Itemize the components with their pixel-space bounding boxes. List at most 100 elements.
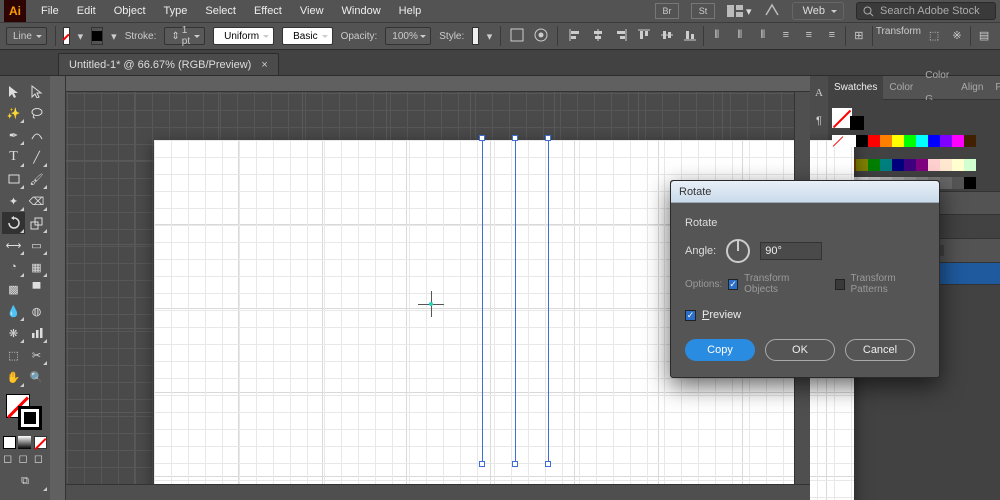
align-hcenter-icon[interactable] xyxy=(588,26,608,44)
transform-objects-checkbox[interactable]: ✓ xyxy=(728,279,738,290)
graph-tool[interactable] xyxy=(25,322,48,344)
draw-inside-icon[interactable]: ◻ xyxy=(34,452,47,465)
perspective-tool[interactable]: ▦ xyxy=(25,256,48,278)
fill-stroke-control[interactable] xyxy=(2,394,48,434)
swatch[interactable] xyxy=(856,135,868,147)
doc-setup-icon[interactable] xyxy=(509,27,525,46)
stroke-profile[interactable]: Uniform xyxy=(213,27,274,45)
screenmode-button[interactable]: ⧉ xyxy=(2,470,48,492)
isolate-icon[interactable]: ⬚ xyxy=(924,26,944,44)
anchor-point[interactable] xyxy=(545,135,551,141)
swatch[interactable] xyxy=(880,135,892,147)
width-tool[interactable]: ⟷ xyxy=(2,234,25,256)
align-bottom-icon[interactable] xyxy=(680,26,700,44)
rect-tool[interactable] xyxy=(2,168,25,190)
swatch[interactable] xyxy=(952,135,964,147)
swatch[interactable] xyxy=(844,135,856,147)
menu-file[interactable]: File xyxy=(32,0,68,22)
menu-help[interactable]: Help xyxy=(390,0,431,22)
dist-2-icon[interactable]: ⦀ xyxy=(730,26,750,44)
angle-input[interactable] xyxy=(760,242,822,260)
tab-color[interactable]: Color xyxy=(883,76,919,100)
swatch[interactable] xyxy=(916,159,928,171)
gradient-tool[interactable]: ▀ xyxy=(25,278,48,300)
swatch-none[interactable] xyxy=(832,135,844,147)
artboard-tool[interactable]: ⬚ xyxy=(2,344,25,366)
path-line[interactable] xyxy=(548,138,549,464)
ruler-horizontal[interactable] xyxy=(50,76,810,92)
menu-type[interactable]: Type xyxy=(155,0,197,22)
swatch[interactable] xyxy=(952,177,964,189)
shape-builder-tool[interactable]: ◔ xyxy=(2,256,25,278)
color-mode-gradient[interactable] xyxy=(18,436,31,449)
anchor-point[interactable] xyxy=(512,135,518,141)
anchor-point[interactable] xyxy=(512,461,518,467)
menu-effect[interactable]: Effect xyxy=(245,0,291,22)
dist-1-icon[interactable]: ⦀ xyxy=(707,26,727,44)
stroke-swatch[interactable] xyxy=(91,27,103,45)
slice-tool[interactable]: ✂ xyxy=(25,344,48,366)
type-tool[interactable]: T xyxy=(2,146,25,168)
bridge-icon[interactable]: Br xyxy=(655,3,679,19)
magic-wand-tool[interactable]: ✨ xyxy=(2,102,25,124)
transform-patterns-checkbox[interactable] xyxy=(835,279,845,290)
swatch[interactable] xyxy=(928,135,940,147)
arrange-docs-icon[interactable]: ▾ xyxy=(727,5,752,18)
swatch[interactable] xyxy=(892,135,904,147)
graphic-style[interactable] xyxy=(472,27,478,45)
line-tool[interactable]: ╱ xyxy=(25,146,48,168)
close-tab-icon[interactable]: × xyxy=(261,59,267,71)
swatch[interactable] xyxy=(952,159,964,171)
align-left-icon[interactable] xyxy=(565,26,585,44)
document-tab[interactable]: Untitled-1* @ 66.67% (RGB/Preview) × xyxy=(58,53,279,75)
tab-align[interactable]: Align xyxy=(955,76,989,100)
selection-kind[interactable]: Line xyxy=(6,27,47,45)
direct-select-tool[interactable] xyxy=(25,80,48,102)
ok-button[interactable]: OK xyxy=(765,339,835,361)
menu-window[interactable]: Window xyxy=(333,0,390,22)
swatch[interactable] xyxy=(928,159,940,171)
path-line[interactable] xyxy=(482,138,483,464)
dist-6-icon[interactable]: ≡ xyxy=(822,26,842,44)
lasso-tool[interactable] xyxy=(25,102,48,124)
anchor-point[interactable] xyxy=(479,461,485,467)
rotate-center-point[interactable] xyxy=(429,302,433,306)
tab-swatches[interactable]: Swatches xyxy=(828,76,883,100)
draw-behind-icon[interactable]: ◻ xyxy=(18,452,31,465)
screen-mode-row[interactable]: ◻ ◻ ◻ xyxy=(2,452,48,466)
anchor-point[interactable] xyxy=(479,135,485,141)
shaper-tool[interactable]: ✦ xyxy=(2,190,25,212)
angle-dial[interactable] xyxy=(726,239,750,263)
ruler-vertical[interactable] xyxy=(50,76,66,500)
xy-icon[interactable]: ※ xyxy=(947,26,967,44)
recolor-icon[interactable] xyxy=(533,27,549,46)
scrollbar-horizontal[interactable] xyxy=(66,484,810,500)
panel-menu-icon[interactable]: ▤ xyxy=(974,26,994,44)
dist-4-icon[interactable]: ≡ xyxy=(776,26,796,44)
align-top-icon[interactable] xyxy=(634,26,654,44)
swatch[interactable] xyxy=(868,159,880,171)
brush-def[interactable]: Basic xyxy=(282,27,332,45)
rotate-tool[interactable] xyxy=(2,212,25,234)
stroke-weight[interactable]: ⇕1 pt xyxy=(164,27,205,45)
cancel-button[interactable]: Cancel xyxy=(845,339,915,361)
gpu-icon[interactable] xyxy=(764,3,780,20)
mesh-tool[interactable]: ▩ xyxy=(2,278,25,300)
zoom-tool[interactable]: 🔍 xyxy=(25,366,48,388)
pen-tool[interactable]: ✒ xyxy=(2,124,25,146)
fill-swatch[interactable] xyxy=(63,27,69,45)
swatch-stroke-overlay[interactable] xyxy=(846,112,866,132)
path-line[interactable] xyxy=(515,138,516,464)
swatch[interactable] xyxy=(964,177,976,189)
menu-view[interactable]: View xyxy=(291,0,333,22)
swatch[interactable] xyxy=(916,135,928,147)
swatch[interactable] xyxy=(940,135,952,147)
swatch[interactable] xyxy=(880,159,892,171)
dialog-titlebar[interactable]: Rotate xyxy=(671,181,939,203)
eraser-tool[interactable]: ⌫ xyxy=(25,190,48,212)
stock-icon[interactable]: St xyxy=(691,3,715,19)
color-mode-row[interactable] xyxy=(2,436,48,450)
color-mode-none[interactable] xyxy=(34,436,47,449)
free-transform-tool[interactable]: ▭ xyxy=(25,234,48,256)
menu-select[interactable]: Select xyxy=(196,0,245,22)
